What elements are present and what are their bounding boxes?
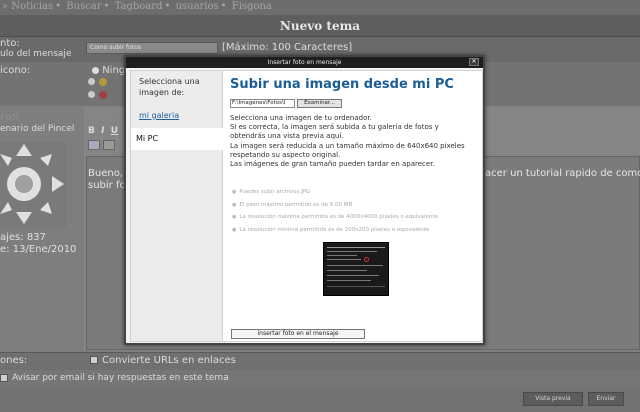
rule-item: La resolución mínima permitida es de 200… — [232, 224, 480, 237]
upload-panel: Subir una imagen desde mi PC F:\Imagenes… — [224, 71, 482, 341]
smiley-icon — [99, 78, 107, 86]
radio-icon[interactable] — [92, 66, 99, 74]
rule-item: La resolución máxima permitida es de 400… — [232, 211, 480, 224]
upload-rules: Puedes subir archivos JPG El peso máximo… — [232, 186, 480, 237]
nav-item-tagboard[interactable]: Tagboard — [115, 1, 163, 12]
user-stats: ajes: 837 e: 13/Ene/2010 — [0, 232, 76, 256]
nav-item-buscar[interactable]: Buscar — [66, 1, 101, 12]
checkbox-icon[interactable] — [0, 373, 8, 382]
italic-button[interactable]: I — [101, 126, 104, 136]
source-sidebar: Selecciona una imagen de: mi galeria Mi … — [131, 71, 224, 341]
avatar — [0, 142, 67, 228]
user-rank: enario del Pincel — [0, 124, 75, 134]
format-toolbar: B I U — [88, 126, 128, 152]
insert-photo-button[interactable]: insertar foto en el mensaje — [231, 329, 365, 339]
options-row: ones: Convierte URLs en enlaces — [0, 352, 640, 370]
compass-icon — [0, 144, 64, 224]
image-icon[interactable] — [88, 140, 100, 150]
page-title: Nuevo tema — [0, 15, 640, 37]
emoji-icons — [88, 78, 112, 102]
send-button[interactable]: Enviar — [588, 392, 624, 406]
rule-item: El peso máximo permitido es de 6.00 MB — [232, 199, 480, 212]
upload-description: Selecciona una imagen de tu ordenador. S… — [230, 114, 465, 169]
message-text: Bueno, subir fo — [88, 168, 126, 191]
notify-row: Avisar por email si hay respuestas en es… — [0, 370, 640, 388]
subject-input[interactable]: Como subir fotos — [86, 42, 218, 54]
attach-icon[interactable] — [103, 140, 116, 150]
browse-button[interactable]: Examinar... — [297, 99, 342, 108]
user-posts: ajes: 837 — [0, 232, 46, 243]
source-heading: Selecciona una imagen de: — [139, 77, 200, 97]
dialog-title: Insertar foto en mensaje ✕ — [126, 57, 483, 68]
radio-icon[interactable] — [88, 91, 95, 98]
notify-option[interactable]: Avisar por email si hay respuestas en es… — [0, 373, 229, 383]
bold-button[interactable]: B — [88, 126, 95, 136]
insert-photo-dialog: Insertar foto en mensaje ✕ Selecciona un… — [124, 55, 485, 345]
dialog-body: Selecciona una imagen de: mi galeria Mi … — [130, 70, 483, 342]
subject-sublabel: ulo del mensaje — [0, 49, 72, 59]
icon-label: icono: — [0, 65, 31, 76]
user-joined: e: 13/Ene/2010 — [0, 244, 77, 255]
source-mypc-tab[interactable]: Mi PC — [131, 128, 224, 150]
image-preview — [323, 242, 389, 296]
radio-icon[interactable] — [88, 78, 95, 85]
underline-button[interactable]: U — [111, 126, 118, 136]
nav-item-noticias[interactable]: » Noticias — [2, 1, 53, 12]
convert-urls-option[interactable]: Convierte URLs en enlaces — [90, 355, 236, 366]
upload-heading: Subir una imagen desde mi PC — [230, 77, 454, 92]
source-gallery-link[interactable]: mi galeria — [139, 111, 179, 120]
nav-item-fisgona[interactable]: Fisgona — [232, 1, 272, 12]
message-text-right: acer un tutorial rapido de como — [485, 168, 640, 179]
checkbox-icon[interactable] — [90, 356, 98, 364]
file-path-input[interactable]: F:\Imagenes\Fotos\I — [230, 99, 295, 108]
close-icon[interactable]: ✕ — [469, 58, 479, 66]
nav-item-usuarios[interactable]: usuarios — [176, 1, 219, 12]
subject-label: nto: — [0, 38, 20, 49]
options-label: ones: — [0, 355, 28, 366]
angry-icon — [99, 91, 107, 99]
subject-max-hint: [Máximo: 100 Caracteres] — [222, 42, 353, 53]
preview-button[interactable]: Vista previa — [523, 392, 583, 406]
user-name: roS — [0, 112, 20, 123]
rule-item: Puedes subir archivos JPG — [232, 186, 480, 199]
top-navigation: » Noticias • Buscar • Tagboard • usuarios • … — [0, 0, 640, 15]
